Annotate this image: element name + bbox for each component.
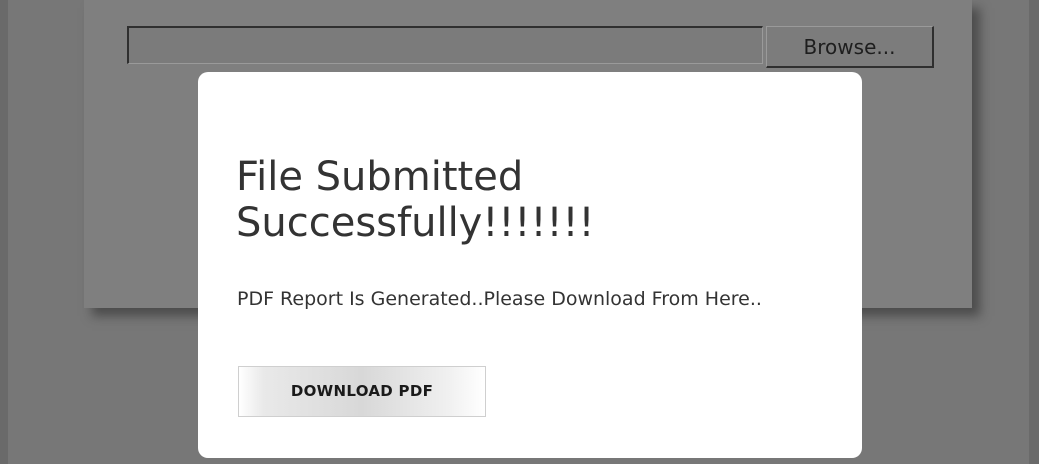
- success-modal: File Submitted Successfully!!!!!!! PDF R…: [198, 72, 862, 458]
- file-path-input[interactable]: [127, 26, 763, 64]
- page-edge-left: [0, 0, 8, 464]
- page-edge-right: [1029, 0, 1039, 464]
- modal-message: PDF Report Is Generated..Please Download…: [237, 288, 762, 310]
- browse-button[interactable]: Browse...: [766, 26, 934, 68]
- modal-title: File Submitted Successfully!!!!!!!: [236, 154, 595, 246]
- download-pdf-button[interactable]: DOWNLOAD PDF: [238, 366, 486, 417]
